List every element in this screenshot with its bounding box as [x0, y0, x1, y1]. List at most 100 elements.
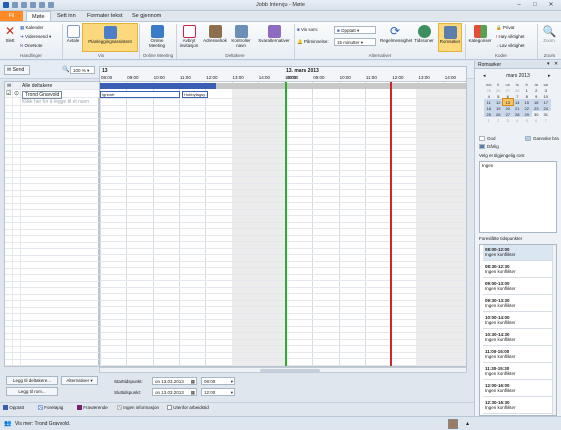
day2-header: 13. mars 2013: [286, 68, 319, 74]
delete-button[interactable]: ✕ Slett: [3, 25, 17, 44]
conflict-status: Ingen konflikter: [485, 320, 516, 325]
zoom-select[interactable]: 100 % ▾: [70, 66, 95, 74]
conflict-status: Ingen konflikter: [485, 286, 516, 291]
checkbox-checked-icon[interactable]: ☑: [6, 90, 11, 97]
freebusy-grid[interactable]: 13 13. mars 2013 08:00 09:00 10:00 11:00 12:…: [99, 66, 467, 367]
suggested-time-item[interactable]: 12:30-16:30 Ingen konflikter: [483, 398, 556, 414]
send-button[interactable]: ✉ Send: [4, 65, 30, 75]
close-button[interactable]: ✕: [546, 1, 556, 9]
appointment-label: Avtale: [66, 38, 80, 43]
attendee-type-icon[interactable]: ⊙: [14, 90, 19, 97]
pane-close-icon[interactable]: ✕: [554, 61, 558, 67]
busy-bar-ignorer[interactable]: Ignorér: [100, 91, 180, 98]
show-as-icon: ■: [297, 27, 300, 32]
suggested-time-item[interactable]: 08:30-12:30 Ingen konflikter: [483, 262, 556, 278]
group-label-koder: Koder: [494, 53, 507, 58]
end-date-input[interactable]: on 13.03.2013 ▦: [152, 388, 197, 396]
options-button[interactable]: Alternativer ▾: [61, 376, 98, 385]
grid-horizontal-scrollbar[interactable]: [99, 367, 467, 373]
zoom-label: Zoom: [543, 38, 555, 43]
suggested-time-item[interactable]: 09:00-13:00 Ingen konflikter: [483, 279, 556, 295]
pane-menu-icon[interactable]: ▾: [547, 61, 550, 67]
time-zones-label: Tidssoner: [414, 38, 434, 43]
calendar-button[interactable]: ▦ Kalender: [20, 25, 44, 31]
legend-good-label: God: [487, 136, 496, 141]
tab-formater-tekst[interactable]: Formater tekst: [82, 11, 127, 21]
recurrence-button[interactable]: ⟳ Regelmessighet: [380, 25, 412, 44]
start-time-input[interactable]: 08:00 ▾: [201, 377, 235, 385]
suggested-time-item[interactable]: 11:30-15:30 Ingen konflikter: [483, 364, 556, 380]
meeting-start-line[interactable]: [285, 82, 287, 366]
minimize-button[interactable]: –: [514, 1, 524, 9]
ribbon: ✕ Slett ▦ Kalender ➜ Videresend ▾ N OneN…: [0, 21, 561, 60]
tab-sett-inn[interactable]: Sett inn: [52, 11, 81, 21]
scrollbar-thumb[interactable]: [260, 369, 320, 372]
calendar-day[interactable]: 1: [484, 117, 494, 123]
legend-good-swatch: [479, 136, 485, 141]
suggested-time-item[interactable]: 10:00-14:00 Ingen konflikter: [483, 313, 556, 329]
calendar-day[interactable]: 3: [503, 117, 513, 123]
low-importance-button[interactable]: ↓ Lav viktighet: [496, 43, 525, 48]
zoom-button[interactable]: 🔍 Zoom: [539, 25, 559, 43]
tab-se-gjennom[interactable]: Se gjennom: [127, 11, 166, 21]
grid-row-line: [100, 319, 466, 320]
next-month-icon[interactable]: ▸: [548, 73, 551, 79]
response-options-icon: [267, 25, 281, 38]
add-rooms-button[interactable]: Legg til rom...: [6, 387, 58, 396]
calendar-day[interactable]: 4: [513, 117, 523, 123]
private-button[interactable]: 🔒 Privat: [496, 25, 514, 31]
reminder-select[interactable]: 15 minutter ▾: [334, 38, 376, 46]
grid-row-line: [100, 176, 466, 177]
start-date-input[interactable]: on 13.03.2013 ▦: [152, 377, 197, 385]
response-options-button[interactable]: Svaralternativer: [256, 25, 292, 43]
categorize-button[interactable]: Kategoriser: [467, 25, 493, 43]
calendar-day[interactable]: 5: [522, 117, 532, 123]
avatar[interactable]: [448, 419, 458, 429]
room-list-item[interactable]: Ingen: [482, 163, 493, 168]
add-attendees-button[interactable]: Legg til deltakere...: [6, 376, 58, 385]
address-book-button[interactable]: Adressebok: [203, 25, 227, 43]
online-meeting-button[interactable]: Online Meeting: [143, 25, 171, 48]
high-importance-button[interactable]: ! Høy viktighet: [496, 34, 525, 39]
tab-file[interactable]: Fil: [0, 11, 23, 21]
status-text[interactable]: Vis mer: Trond Gravvold.: [15, 421, 70, 427]
check-names-button[interactable]: Kontroller navn: [229, 25, 253, 48]
appointment-button[interactable]: Avtale: [65, 25, 81, 43]
room-list[interactable]: Ingen: [479, 161, 557, 233]
time-zones-button[interactable]: Tidssoner: [412, 25, 436, 43]
suggested-time-item[interactable]: 10:30-14:30 Ingen konflikter: [483, 330, 556, 346]
add-name-placeholder[interactable]: Klikk her for å legge til et navn: [22, 99, 89, 105]
suggested-time: 11:00-15:00: [485, 349, 510, 354]
room-finder-button[interactable]: Romsøker: [438, 23, 462, 52]
legend-poor-label: Dårlig: [487, 144, 499, 149]
forward-button[interactable]: ➜ Videresend ▾: [20, 34, 51, 40]
suggested-time-item[interactable]: 08:00-12:00 Ingen konflikter: [483, 245, 556, 261]
onenote-button[interactable]: N OneNote: [20, 43, 43, 48]
bell-icon: 🔔: [297, 39, 303, 44]
maximize-button[interactable]: □: [530, 1, 540, 9]
address-book-icon: [208, 25, 222, 38]
meeting-end-line[interactable]: [390, 82, 392, 366]
scheduling-assistant-button[interactable]: Planleggingsassistent: [82, 23, 138, 52]
busy-bar-hobby[interactable]: Hobbyfagsy...: [182, 91, 208, 98]
title-bar: Jobb Intervju - Møte – □ ✕: [0, 0, 561, 11]
room-finder-header: Romsøker ▾ ✕: [475, 61, 561, 69]
appointment-icon: [66, 25, 80, 38]
suggested-time: 08:30-12:30: [485, 264, 510, 269]
suggested-times-list[interactable]: 08:00-12:00 Ingen konflikter 08:30-12:30 In…: [479, 244, 557, 416]
suggested-time-item[interactable]: 12:00-16:00 Ingen konflikter: [483, 381, 556, 397]
calendar-day[interactable]: 6: [532, 117, 542, 123]
show-as-select[interactable]: ■ Opptatt ▾: [334, 26, 376, 34]
end-time-input[interactable]: 12:00 ▾: [201, 388, 235, 396]
calendar-day[interactable]: 2: [494, 117, 504, 123]
choose-room-label: Velg et tilgjengelig rom:: [479, 153, 526, 158]
expand-people-pane-icon[interactable]: ▴: [466, 420, 469, 427]
calendar-day[interactable]: 7: [541, 117, 551, 123]
cancel-invitation-button[interactable]: Avbryt invitasjon: [178, 25, 200, 48]
mini-calendar[interactable]: ma ti on to fr lø sø 25 26 27 28 1 2 3 4 5 6 7 8 9 10 11 12 13 1…: [484, 81, 551, 123]
options-label: Alternativer: [66, 378, 90, 383]
suggested-time-item[interactable]: 09:30-13:30 Ingen konflikter: [483, 296, 556, 312]
busy-block: [100, 83, 216, 89]
suggested-time-item[interactable]: 11:00-15:00 Ingen konflikter: [483, 347, 556, 363]
suggested-scrollbar[interactable]: [552, 245, 556, 415]
